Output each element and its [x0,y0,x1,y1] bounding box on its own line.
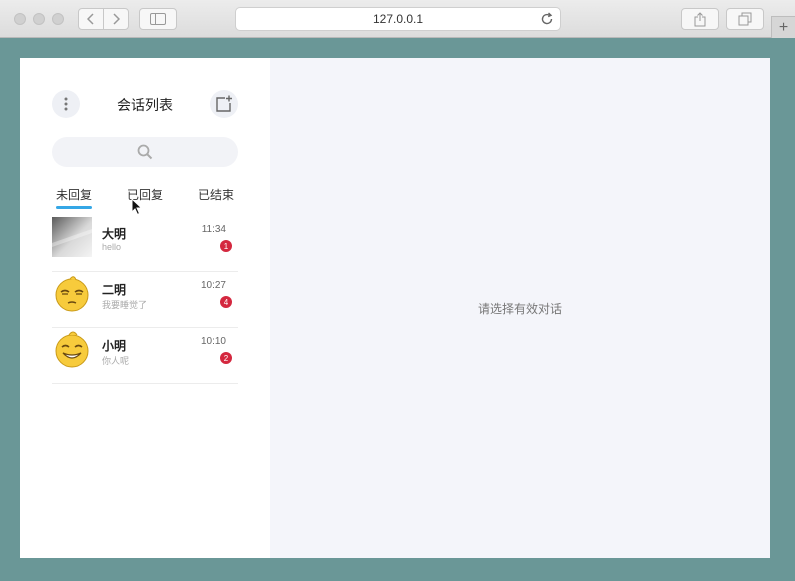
last-message: 你人呢 [102,356,130,366]
minimize-window-button[interactable] [33,13,45,25]
last-message: 我要睡觉了 [102,300,148,310]
chat-area: 请选择有效对话 [270,58,770,558]
address-bar[interactable]: 127.0.0.1 [235,7,561,31]
sidebar-toggle-button[interactable] [139,8,177,30]
sidebar-icon [150,13,166,25]
conversation-list: 大明 hello 11:34 1 二明 我要睡觉了 10:27 4 小明 你人呢… [52,216,238,384]
tabs-icon [738,12,752,26]
avatar [55,276,89,312]
url-text: 127.0.0.1 [372,12,424,26]
unread-badge: 1 [220,240,232,252]
last-message: hello [102,242,122,252]
contact-name: 大明 [102,227,127,241]
browser-toolbar: 127.0.0.1 + [0,0,795,38]
empty-state-text: 请选择有效对话 [477,301,562,316]
back-button[interactable] [78,8,104,30]
chevron-right-icon [113,13,120,25]
conversation-item[interactable]: 大明 hello 11:34 1 [52,216,238,272]
chat-app: 会话列表 未回复 已回复 已结束 大明 hello 11:34 1 二明 我要睡… [20,58,770,558]
new-chat-button[interactable] [210,90,238,118]
forward-button[interactable] [103,8,129,30]
conversation-item[interactable]: 小明 你人呢 10:10 2 [52,328,238,384]
tab-ended[interactable]: 已结束 [198,186,234,203]
message-time: 10:27 [200,280,226,291]
new-chat-icon [216,95,232,112]
message-time: 11:34 [201,224,226,235]
chevron-left-icon [87,13,94,25]
share-button[interactable] [681,8,719,30]
tab-unreplied[interactable]: 未回复 [56,186,92,203]
close-window-button[interactable] [14,13,26,25]
mouse-cursor-icon [131,198,143,216]
plus-icon: + [778,18,789,36]
unread-badge: 4 [220,296,232,308]
conversation-sidebar: 会话列表 未回复 已回复 已结束 大明 hello 11:34 1 二明 我要睡… [20,58,270,558]
avatar [52,217,92,257]
unread-badge: 2 [220,352,232,364]
reload-icon[interactable] [540,12,554,26]
tabs-overview-button[interactable] [726,8,764,30]
search-icon [137,144,153,160]
new-tab-button[interactable]: + [771,16,795,38]
share-icon [694,11,706,26]
avatar [55,331,89,368]
zoom-window-button[interactable] [52,13,64,25]
contact-name: 二明 [102,283,127,297]
message-time: 10:10 [200,336,226,347]
active-tab-indicator [56,206,92,209]
conversation-item[interactable]: 二明 我要睡觉了 10:27 4 [52,272,238,328]
search-input[interactable] [52,137,238,167]
conversation-tabs: 未回复 已回复 已结束 [52,186,238,210]
contact-name: 小明 [102,339,127,353]
